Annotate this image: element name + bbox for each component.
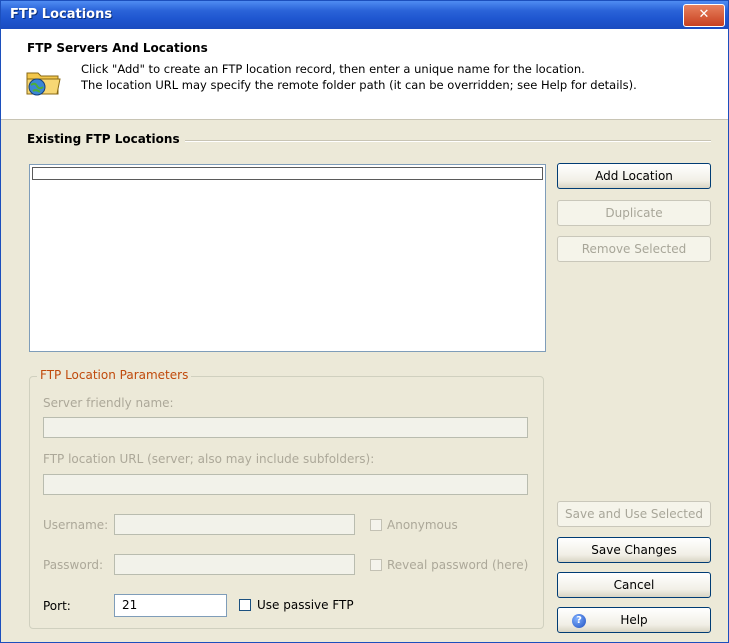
server-name-field[interactable]	[43, 417, 528, 438]
close-button[interactable]: ✕	[683, 4, 725, 27]
title-bar[interactable]: FTP Locations ✕	[1, 1, 728, 29]
help-button[interactable]: ? Help	[557, 607, 711, 633]
anonymous-checkbox[interactable]	[370, 519, 382, 531]
save-changes-button[interactable]: Save Changes	[557, 537, 711, 563]
passive-ftp-checkbox[interactable]	[239, 599, 251, 611]
list-focus-row[interactable]	[32, 167, 543, 180]
port-field[interactable]: 21	[114, 594, 227, 617]
existing-locations-label: Existing FTP Locations	[27, 132, 185, 146]
save-and-use-selected-button[interactable]: Save and Use Selected	[557, 501, 711, 527]
window-title: FTP Locations	[10, 7, 113, 22]
password-field[interactable]	[114, 554, 355, 575]
url-field[interactable]	[43, 474, 528, 495]
help-icon: ?	[572, 614, 586, 628]
reveal-password-label: Reveal password (here)	[387, 558, 529, 572]
port-value: 21	[122, 598, 138, 612]
header-title: FTP Servers And Locations	[27, 41, 208, 55]
parameters-legend: FTP Location Parameters	[37, 368, 192, 382]
username-label: Username:	[43, 518, 109, 532]
header-panel: FTP Servers And Locations Click "Add" to…	[1, 29, 728, 120]
anonymous-label: Anonymous	[387, 518, 458, 532]
url-label: FTP location URL (server; also may inclu…	[43, 452, 375, 466]
close-icon: ✕	[698, 7, 710, 22]
header-instruction-line-1: Click "Add" to create an FTP location re…	[81, 62, 585, 76]
ftp-folder-globe-icon	[26, 72, 61, 96]
remove-selected-button[interactable]: Remove Selected	[557, 236, 711, 262]
port-label: Port:	[43, 599, 71, 613]
existing-locations-list[interactable]	[29, 164, 546, 352]
server-name-label: Server friendly name:	[43, 396, 174, 410]
passive-ftp-label: Use passive FTP	[257, 598, 354, 612]
password-label: Password:	[43, 558, 104, 572]
help-button-label: Help	[620, 613, 648, 627]
duplicate-button[interactable]: Duplicate	[557, 200, 711, 226]
cancel-button[interactable]: Cancel	[557, 572, 711, 598]
add-location-button[interactable]: Add Location	[557, 163, 711, 189]
username-field[interactable]	[114, 514, 355, 535]
ftp-locations-window: FTP Locations ✕ FTP Servers And Location…	[0, 0, 729, 643]
reveal-password-checkbox[interactable]	[370, 559, 382, 571]
header-instruction-line-2: The location URL may specify the remote …	[81, 78, 637, 92]
ftp-location-parameters-group	[29, 376, 544, 629]
